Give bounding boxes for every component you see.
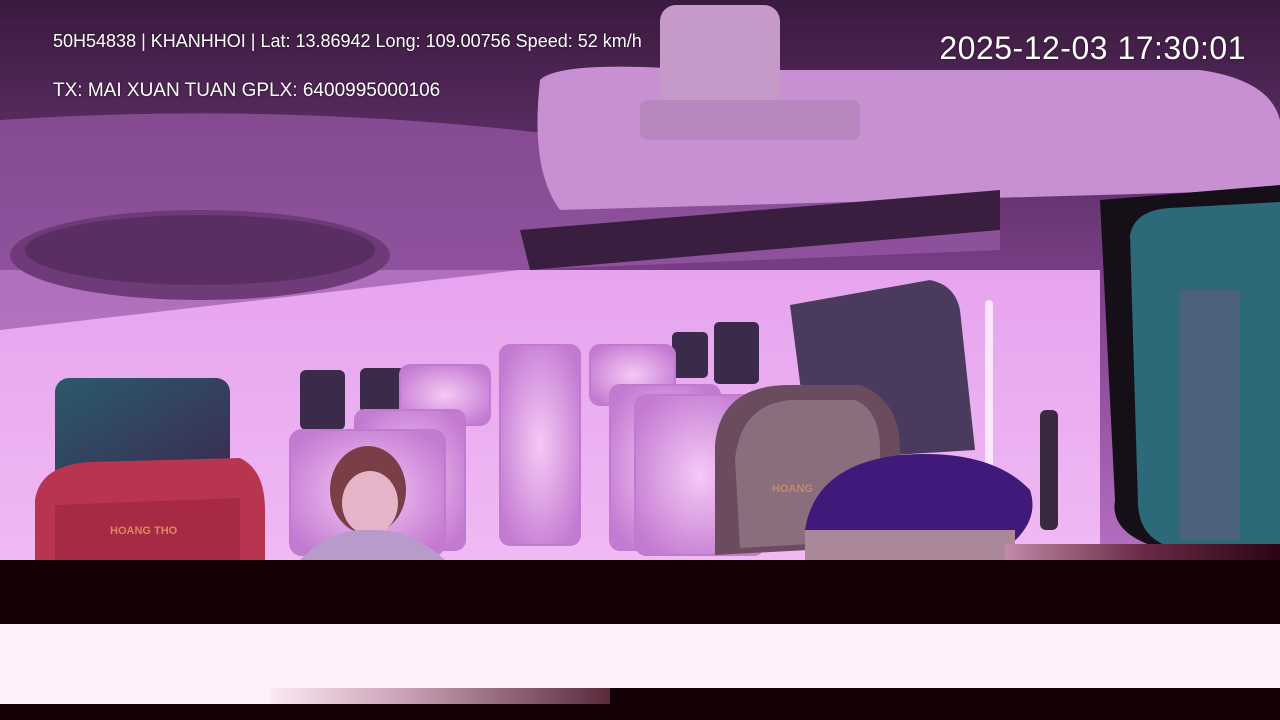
seat-branding-left: HOANG THO [110,525,178,537]
seat-branding-right: HOANG [772,483,813,495]
vehicle-info-overlay: 50H54838 | KHANHHOI | Lat: 13.86942 Long… [53,31,642,51]
driver-info-overlay: TX: MAI XUAN TUAN GPLX: 6400995000106 [53,80,441,101]
corrupt-band-light [0,624,1280,688]
corrupt-strip [1005,544,1280,560]
timestamp-overlay: 2025-12-03 17:30:01 [939,30,1246,66]
corrupt-band-bottom-light [0,688,270,704]
corrupt-band-notch [0,624,104,630]
corrupt-band-gradient [270,688,610,704]
dashcam-frame: 50H54838 | KHANHHOI | Lat: 13.86942 Long… [0,0,1280,720]
corrupt-band-dark [0,560,1280,624]
